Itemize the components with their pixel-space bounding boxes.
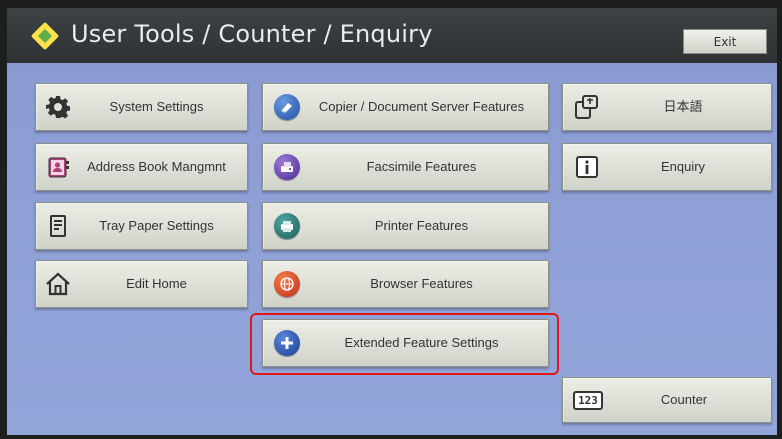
language-label: 日本語 bbox=[663, 99, 703, 114]
address-book-button[interactable]: Address Book Mangmnt bbox=[35, 143, 248, 191]
page-title: User Tools / Counter / Enquiry bbox=[71, 20, 433, 48]
browser-features-label: Browser Features bbox=[370, 276, 473, 291]
fax-icon bbox=[273, 153, 301, 181]
address-book-icon bbox=[44, 153, 72, 181]
system-settings-label: System Settings bbox=[109, 99, 204, 114]
counter-label: Counter bbox=[660, 392, 708, 407]
home-icon bbox=[44, 270, 72, 298]
printer-features-button[interactable]: Printer Features bbox=[262, 202, 549, 250]
user-tools-logo-icon bbox=[30, 21, 60, 51]
edit-home-label: Edit Home bbox=[126, 276, 187, 291]
counter-icon-text: 123 bbox=[573, 390, 603, 410]
address-book-label: Address Book Mangmnt bbox=[87, 159, 226, 174]
title-bar: User Tools / Counter / Enquiry Exit bbox=[7, 8, 777, 63]
counter-button[interactable]: 123 Counter bbox=[562, 377, 772, 423]
copier-document-server-label: Copier / Document Server Features bbox=[318, 99, 525, 114]
browser-features-button[interactable]: Browser Features bbox=[262, 260, 549, 308]
exit-button[interactable]: Exit bbox=[683, 29, 767, 54]
copier-document-server-button[interactable]: Copier / Document Server Features bbox=[262, 83, 549, 131]
enquiry-label: Enquiry bbox=[660, 159, 706, 174]
system-settings-button[interactable]: System Settings bbox=[35, 83, 248, 131]
copier-icon bbox=[273, 93, 301, 121]
gear-icon bbox=[44, 93, 72, 121]
language-switch-icon bbox=[573, 93, 601, 121]
info-icon bbox=[573, 153, 601, 181]
counter-icon: 123 bbox=[573, 386, 603, 414]
tray-paper-settings-button[interactable]: Tray Paper Settings bbox=[35, 202, 248, 250]
enquiry-button[interactable]: Enquiry bbox=[562, 143, 772, 191]
tray-icon bbox=[44, 212, 72, 240]
tray-paper-settings-label: Tray Paper Settings bbox=[99, 218, 214, 233]
printer-features-label: Printer Features bbox=[374, 218, 469, 233]
language-button[interactable]: 日本語 bbox=[562, 83, 772, 131]
screen: User Tools / Counter / Enquiry Exit Syst… bbox=[7, 8, 777, 435]
facsimile-features-button[interactable]: Facsimile Features bbox=[262, 143, 549, 191]
facsimile-features-label: Facsimile Features bbox=[366, 159, 477, 174]
selection-highlight bbox=[250, 313, 559, 375]
edit-home-button[interactable]: Edit Home bbox=[35, 260, 248, 308]
globe-icon bbox=[273, 270, 301, 298]
printer-icon bbox=[273, 212, 301, 240]
